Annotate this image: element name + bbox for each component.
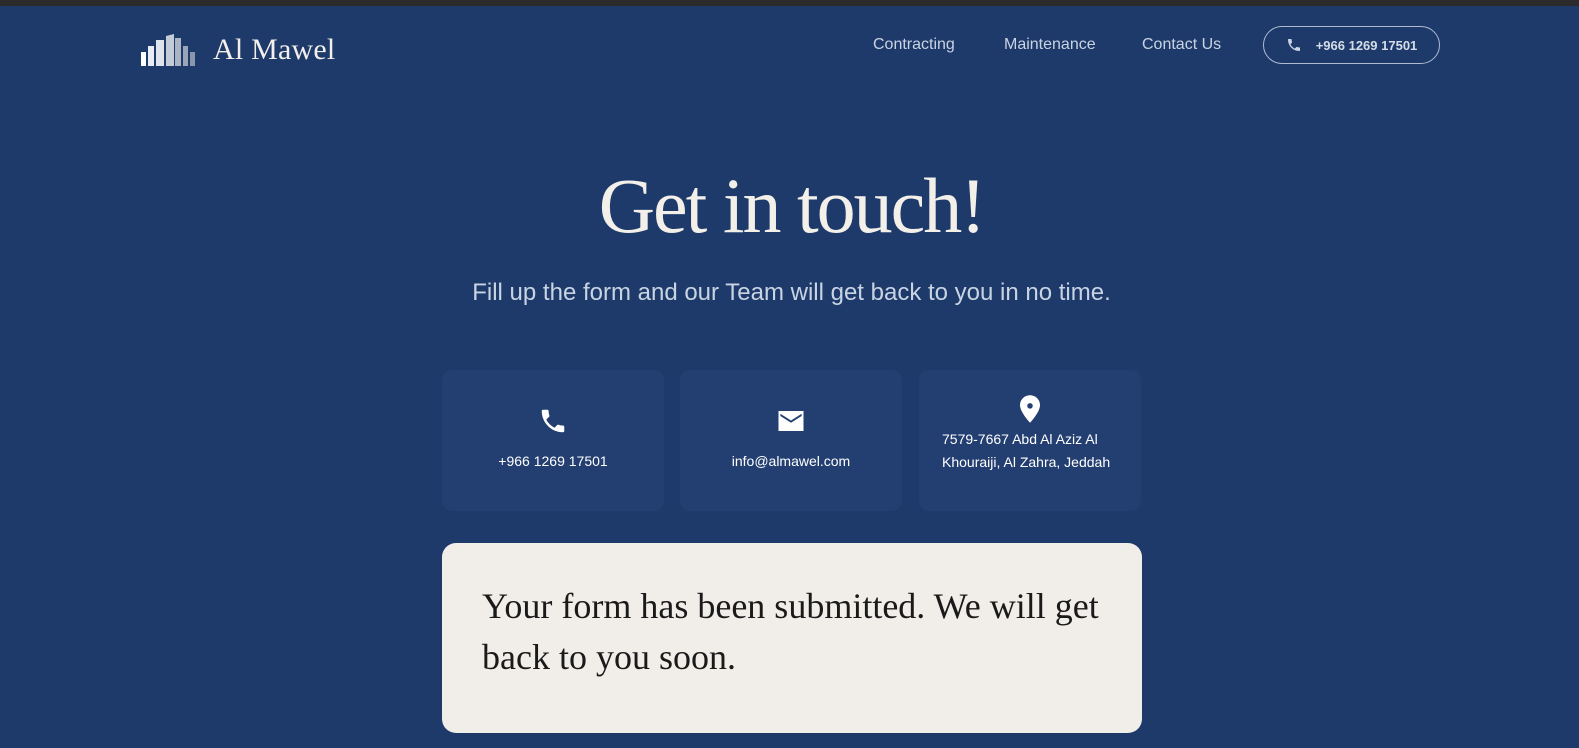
form-submitted-message: Your form has been submitted. We will ge… bbox=[482, 586, 1099, 677]
page-subtitle: Fill up the form and our Team will get b… bbox=[472, 279, 1111, 306]
browser-top-edge bbox=[0, 0, 1579, 6]
phone-icon bbox=[1287, 39, 1300, 51]
form-submitted-message-box: Your form has been submitted. We will ge… bbox=[442, 543, 1142, 733]
mail-icon bbox=[778, 411, 804, 431]
header-phone-button[interactable]: +966 1269 17501 bbox=[1263, 26, 1440, 64]
address-line-1: 7579-7667 Abd Al Aziz Al bbox=[942, 431, 1098, 447]
location-pin-icon bbox=[1020, 395, 1040, 423]
contact-address-text: 7579-7667 Abd Al Aziz Al Khouraiji, Al Z… bbox=[942, 428, 1118, 474]
address-line-2: Khouraiji, Al Zahra, Jeddah bbox=[942, 454, 1111, 470]
nav-item-contracting[interactable]: Contracting bbox=[873, 36, 955, 54]
contact-card-phone[interactable]: +966 1269 17501 bbox=[442, 370, 664, 511]
contact-email-text: info@almawel.com bbox=[731, 453, 851, 469]
contact-card-address[interactable]: 7579-7667 Abd Al Aziz Al Khouraiji, Al Z… bbox=[919, 370, 1141, 511]
contact-phone-text: +966 1269 17501 bbox=[498, 453, 608, 469]
page-title: Get in touch! bbox=[598, 162, 987, 249]
phone-icon bbox=[541, 409, 565, 433]
nav-item-maintenance[interactable]: Maintenance bbox=[1004, 36, 1096, 54]
header-phone-number: +966 1269 17501 bbox=[1315, 37, 1418, 53]
nav-item-contact-us[interactable]: Contact Us bbox=[1142, 36, 1221, 54]
contact-card-email[interactable]: info@almawel.com bbox=[680, 370, 902, 511]
